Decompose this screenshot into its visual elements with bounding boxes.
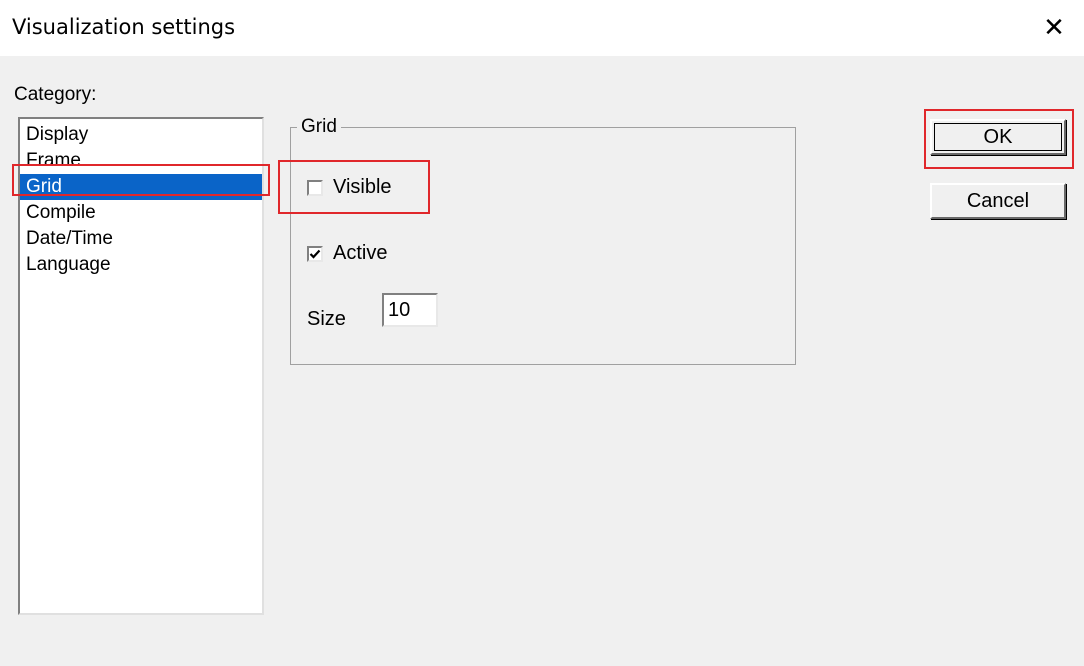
title-bar: Visualization settings ✕: [0, 0, 1084, 56]
grid-groupbox: Grid Visible Active Size: [290, 116, 796, 365]
size-label: Size: [307, 308, 346, 330]
active-checkbox-label: Active: [333, 242, 388, 264]
cancel-button[interactable]: Cancel: [930, 183, 1066, 219]
active-checkbox[interactable]: [307, 245, 323, 262]
category-listbox[interactable]: Display Frame Grid Compile Date/Time Lan…: [18, 117, 264, 615]
visible-checkbox[interactable]: [307, 179, 323, 196]
category-label: Category:: [14, 84, 97, 105]
category-item-frame[interactable]: Frame: [20, 148, 262, 174]
category-item-datetime[interactable]: Date/Time: [20, 226, 262, 252]
category-item-grid[interactable]: Grid: [20, 174, 262, 200]
size-input[interactable]: [382, 293, 438, 327]
category-item-compile[interactable]: Compile: [20, 200, 262, 226]
category-item-language[interactable]: Language: [20, 252, 262, 278]
close-icon[interactable]: ✕: [1036, 10, 1072, 46]
grid-group-title: Grid: [297, 116, 341, 138]
category-item-display[interactable]: Display: [20, 122, 262, 148]
active-checkbox-row[interactable]: Active: [307, 242, 387, 265]
visible-checkbox-label: Visible: [333, 176, 392, 198]
window-title: Visualization settings: [12, 15, 236, 39]
visible-checkbox-row[interactable]: Visible: [307, 176, 392, 199]
checkmark-icon: [309, 249, 321, 259]
ok-button[interactable]: OK: [930, 119, 1066, 155]
